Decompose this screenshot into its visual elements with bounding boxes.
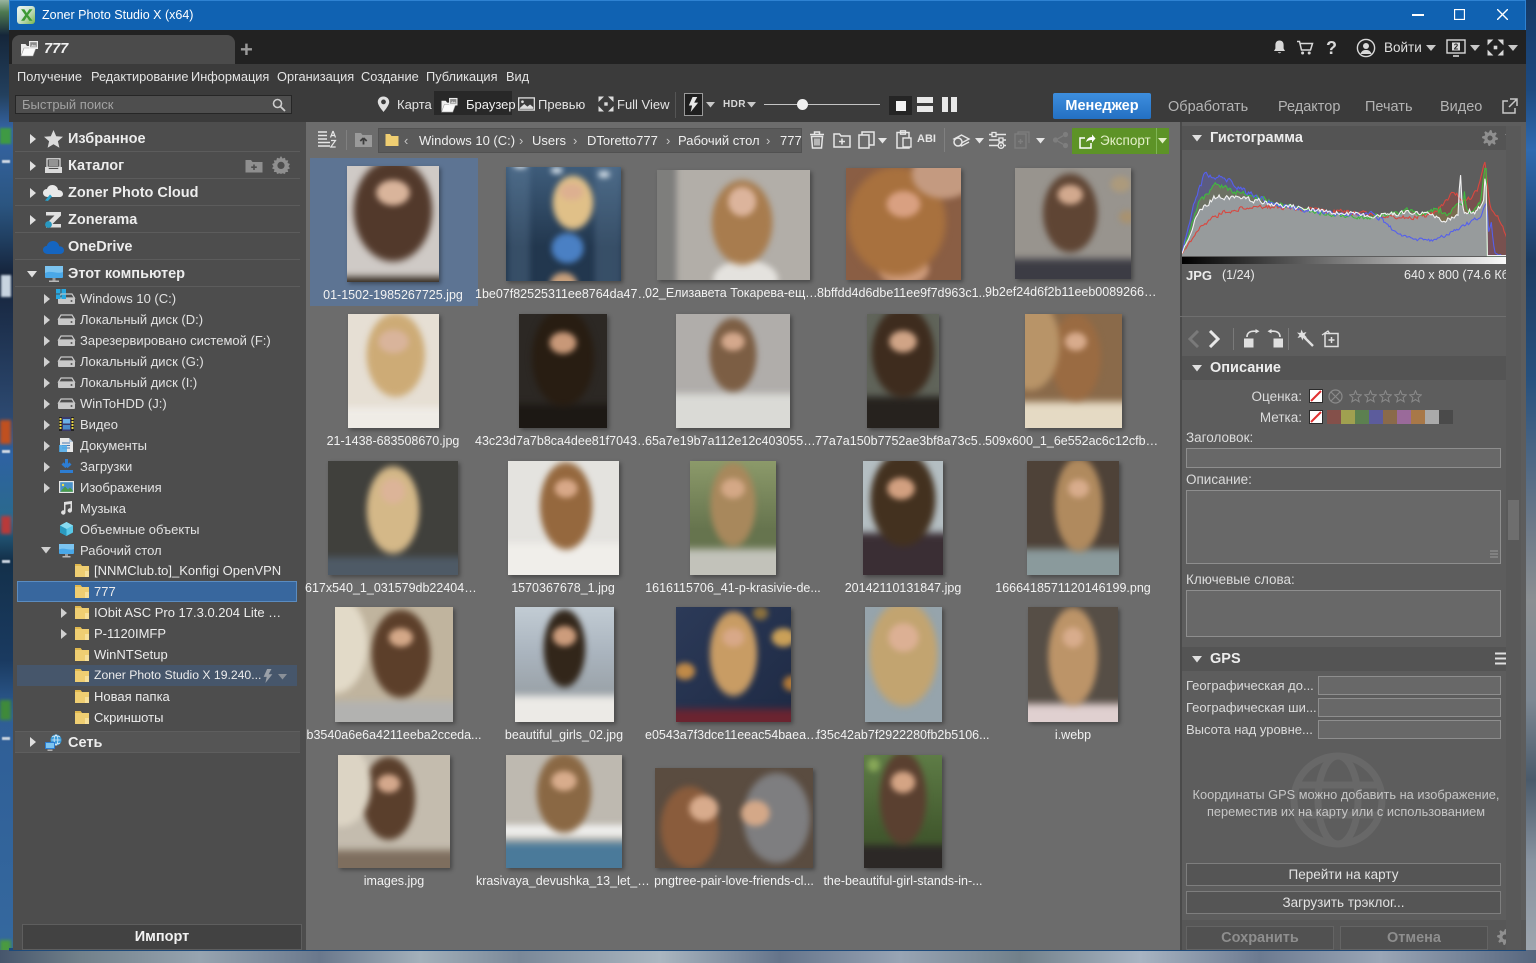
- svg-text:2: 2: [1454, 42, 1459, 51]
